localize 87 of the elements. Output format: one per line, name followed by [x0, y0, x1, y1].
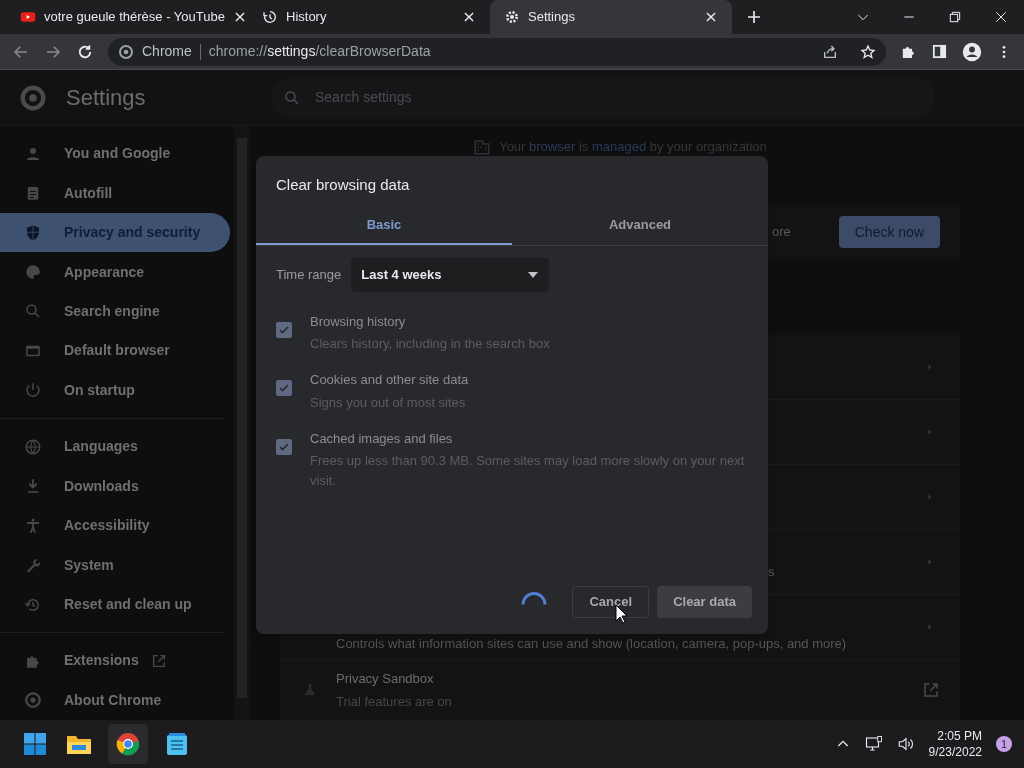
- dialog-tab[interactable]: Advanced: [512, 206, 768, 245]
- browser-tab[interactable]: Settings: [490, 0, 732, 34]
- sidebar-label: Languages: [64, 437, 138, 457]
- clear-data-button[interactable]: Clear data: [657, 586, 752, 618]
- search-field[interactable]: Search settings: [271, 77, 935, 118]
- site-settings-description: Controls what information sites can use and show (location, camera, pop-ups, and more): [336, 635, 847, 654]
- close-icon[interactable]: [232, 10, 247, 24]
- sidebar-label: About Chrome: [64, 690, 162, 710]
- history-icon: [262, 9, 278, 25]
- close-icon[interactable]: [993, 9, 1009, 25]
- sidebar-label: System: [64, 555, 114, 575]
- address-bar[interactable]: Chrome chrome://settings/clearBrowserData: [108, 37, 886, 66]
- sidebar-item[interactable]: Languages: [0, 427, 230, 467]
- row-text: s: [768, 563, 775, 582]
- search-icon: [283, 88, 301, 107]
- close-icon[interactable]: [462, 10, 476, 24]
- sidebar-item[interactable]: About Chrome: [0, 680, 230, 721]
- time-range-dropdown[interactable]: Last 4 weeks: [351, 257, 550, 292]
- share-icon[interactable]: [822, 43, 838, 60]
- accessibility-icon: [24, 516, 42, 535]
- sidebar-label: Search engine: [64, 301, 160, 321]
- time-range-label: Time range: [276, 265, 342, 284]
- sidebar-label: Autofill: [64, 183, 113, 203]
- check-icon: [278, 382, 290, 394]
- clock-time: 2:05 PM: [937, 728, 982, 744]
- checkbox[interactable]: [276, 438, 292, 455]
- sidebar-label: On startup: [64, 380, 135, 400]
- privacy-sandbox-title: Privacy Sandbox: [336, 669, 435, 688]
- sidebar-label: Downloads: [64, 476, 139, 496]
- sidebar-item[interactable]: On startup: [0, 370, 230, 411]
- sidebar-item[interactable]: Reset and clean up: [0, 584, 230, 625]
- palette-icon: [24, 263, 42, 282]
- globe-icon: [24, 437, 42, 456]
- sidebar-item[interactable]: Autofill: [0, 173, 230, 213]
- start-icon[interactable]: [23, 732, 47, 756]
- sidebar-label: Accessibility: [64, 516, 150, 536]
- side-panel-icon[interactable]: [931, 43, 948, 60]
- settings-title: Settings: [66, 84, 147, 112]
- sidebar-label: Default browser: [64, 341, 170, 361]
- option-title: Cookies and other site data: [310, 371, 469, 389]
- sidebar-label: Appearance: [64, 262, 145, 282]
- clock-date: 9/23/2022: [928, 744, 982, 760]
- sidebar-item[interactable]: Accessibility: [0, 505, 230, 546]
- close-icon[interactable]: [704, 10, 718, 24]
- checkbox[interactable]: [276, 321, 292, 338]
- option-title: Browsing history: [310, 312, 407, 331]
- sidebar-label: Privacy and security: [64, 223, 201, 243]
- reload-icon[interactable]: [76, 42, 94, 61]
- taskbar-chrome-button[interactable]: [108, 724, 148, 764]
- sidebar-item[interactable]: Privacy and security: [0, 212, 230, 253]
- tab-title: History: [286, 8, 328, 27]
- dropdown-arrow-icon: [527, 270, 540, 279]
- checkbox[interactable]: [276, 380, 292, 396]
- origin-label: Chrome: [142, 42, 192, 61]
- notification-badge[interactable]: 1: [996, 736, 1012, 752]
- network-icon[interactable]: [864, 735, 883, 753]
- search-input[interactable]: Search settings: [315, 87, 923, 108]
- sidebar-item[interactable]: Appearance: [0, 252, 230, 292]
- sidebar-item[interactable]: Downloads: [0, 466, 230, 506]
- sidebar-item[interactable]: Extensions: [0, 641, 230, 681]
- profile-icon[interactable]: [962, 41, 982, 62]
- sidebar-item[interactable]: You and Google: [0, 134, 230, 174]
- star-icon[interactable]: [860, 43, 876, 60]
- sidebar-item[interactable]: Default browser: [0, 331, 230, 371]
- url-text: chrome://settings/clearBrowserData: [208, 42, 431, 61]
- notepad-icon[interactable]: [166, 732, 188, 756]
- check-icon: [278, 440, 290, 453]
- sidebar-item[interactable]: Search engine: [0, 291, 230, 332]
- restore-icon[interactable]: [947, 9, 963, 25]
- new-tab-icon[interactable]: [746, 9, 762, 25]
- video-play-icon: [20, 9, 36, 25]
- check-icon: [278, 323, 290, 336]
- sidebar-label: Reset and clean up: [64, 595, 192, 614]
- option-title: Cached images and files: [310, 429, 454, 448]
- check-now-button[interactable]: Check now: [838, 216, 940, 249]
- dialog-title: Clear browsing data: [275, 175, 411, 195]
- tab-title: votre gueule thérèse - YouTube: [44, 8, 225, 27]
- mouse-cursor-icon: [615, 604, 627, 624]
- dialog-tab[interactable]: Basic: [256, 206, 512, 245]
- sidebar-item[interactable]: System: [0, 545, 230, 585]
- speaker-icon[interactable]: [896, 735, 915, 753]
- tab-title: Settings: [528, 8, 576, 27]
- shield-icon: [24, 223, 42, 242]
- safety-check-text: ore: [771, 223, 791, 242]
- sidebar-label: Extensions: [64, 651, 139, 671]
- sidebar-label: You and Google: [64, 144, 171, 164]
- power-icon: [24, 381, 42, 400]
